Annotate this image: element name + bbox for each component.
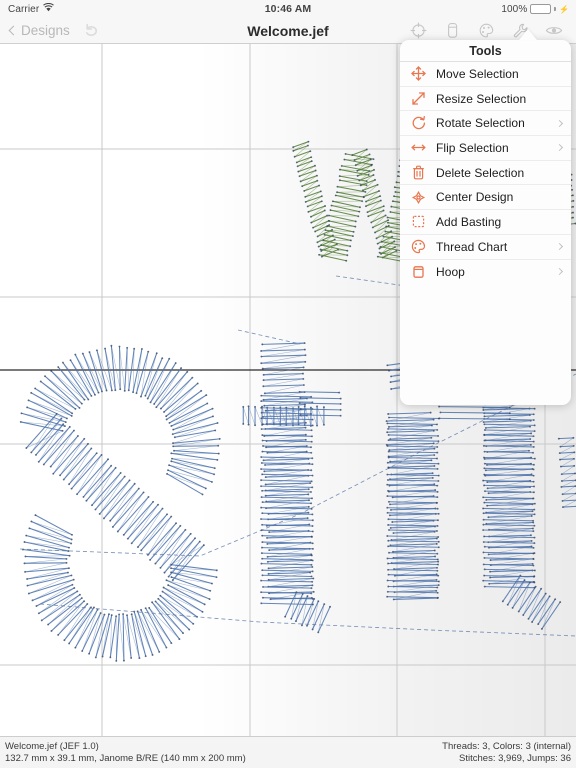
- chevron-right-icon: [555, 144, 564, 152]
- hoop-icon-button[interactable]: [436, 19, 468, 43]
- chevron-right-icon: [555, 119, 564, 127]
- footer-size-line: 132.7 mm x 39.1 mm, Janome B/RE (140 mm …: [5, 753, 246, 764]
- menu-item-rotate-selection[interactable]: Rotate Selection: [400, 111, 571, 137]
- navbar-tool-buttons: [402, 19, 570, 43]
- footer-threads-line: Threads: 3, Colors: 3 (internal): [442, 741, 571, 752]
- footer-file-line: Welcome.jef (JEF 1.0): [5, 741, 99, 752]
- hoop-square-icon: [409, 262, 428, 281]
- menu-item-label: Delete Selection: [436, 165, 525, 180]
- charging-bolt-icon: ⚡: [558, 4, 569, 14]
- menu-item-label: Move Selection: [436, 66, 519, 81]
- eye-icon: [545, 27, 563, 34]
- tools-popover: Tools Move Selection Resize Selection Rota…: [400, 40, 571, 405]
- resize-arrow-icon: [409, 89, 428, 108]
- menu-item-label: Add Basting: [436, 214, 502, 229]
- footer-right: Threads: 3, Colors: 3 (internal) Stitche…: [442, 741, 571, 765]
- menu-item-flip-selection[interactable]: Flip Selection: [400, 136, 571, 161]
- battery-percent-label: 100%: [501, 3, 528, 15]
- palette-icon: [479, 23, 493, 38]
- trash-icon: [409, 163, 428, 182]
- status-bar: Carrier 10:46 AM 100% ⚡: [0, 0, 576, 18]
- menu-item-label: Resize Selection: [436, 91, 527, 106]
- target-icon-button[interactable]: [402, 19, 434, 43]
- footer-stitches-line: Stitches: 3,969, Jumps: 36: [459, 753, 571, 764]
- menu-item-resize-selection[interactable]: Resize Selection: [400, 87, 571, 112]
- tools-menu-list: Move Selection Resize Selection Rotate Sel…: [400, 62, 571, 284]
- popover-arrow: [519, 29, 537, 40]
- status-battery-group: 100% ⚡: [501, 4, 569, 15]
- battery-full-icon: [530, 4, 552, 14]
- menu-item-add-basting[interactable]: Add Basting: [400, 210, 571, 235]
- flip-arrows-icon: [409, 138, 428, 157]
- move-arrows-icon: [409, 64, 428, 83]
- palette-icon: [409, 237, 428, 256]
- menu-item-label: Flip Selection: [436, 140, 509, 155]
- footer-left: Welcome.jef (JEF 1.0) 132.7 mm x 39.1 mm…: [5, 741, 246, 765]
- target-icon: [410, 22, 426, 39]
- battery-nub: [554, 7, 556, 11]
- dashed-square-icon: [409, 212, 428, 231]
- menu-item-label: Rotate Selection: [436, 116, 525, 131]
- menu-item-label: Hoop: [436, 264, 465, 279]
- menu-item-move-selection[interactable]: Move Selection: [400, 62, 571, 87]
- chevron-right-icon: [555, 268, 564, 276]
- center-target-icon: [409, 188, 428, 207]
- menu-item-label: Center Design: [436, 190, 514, 205]
- eye-icon-button[interactable]: [538, 19, 570, 43]
- menu-item-thread-chart[interactable]: Thread Chart: [400, 235, 571, 260]
- status-footer: Welcome.jef (JEF 1.0) 132.7 mm x 39.1 mm…: [0, 736, 576, 768]
- menu-item-delete-selection[interactable]: Delete Selection: [400, 161, 571, 186]
- status-time: 10:46 AM: [264, 3, 312, 15]
- menu-item-label: Thread Chart: [436, 239, 508, 254]
- palette-icon-button[interactable]: [470, 19, 502, 43]
- rotate-circle-icon: [409, 114, 428, 133]
- hoop-icon: [447, 23, 457, 38]
- menu-item-center-design[interactable]: Center Design: [400, 185, 571, 211]
- popover-title: Tools: [400, 40, 571, 62]
- menu-item-hoop[interactable]: Hoop: [400, 260, 571, 285]
- chevron-right-icon: [555, 243, 564, 251]
